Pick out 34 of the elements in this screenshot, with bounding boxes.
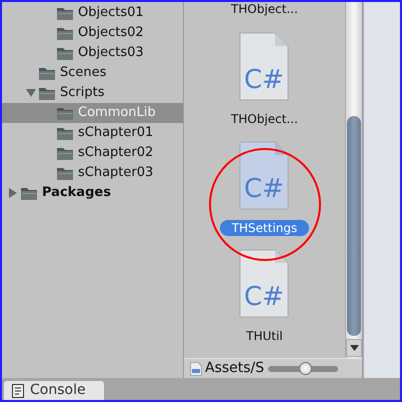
slider-thumb[interactable] — [298, 362, 312, 374]
folder-row[interactable]: sChapter02 — [2, 143, 183, 163]
file-name[interactable]: THSettings — [220, 220, 310, 236]
folder-icon — [56, 126, 74, 140]
folder-row[interactable]: sChapter01 — [2, 123, 183, 143]
down-arrow-icon — [350, 345, 358, 351]
scrollbar[interactable] — [345, 2, 362, 358]
collapsed-arrow-icon[interactable] — [9, 188, 17, 198]
file-name[interactable]: THUtil — [234, 328, 295, 344]
folder-row[interactable]: Scripts — [2, 83, 183, 103]
scrollbar-thumb[interactable] — [347, 116, 361, 336]
folder-icon — [56, 146, 74, 160]
folder-icon — [20, 186, 38, 200]
path-text: Assets/S — [205, 359, 264, 378]
folder-icon — [56, 6, 74, 20]
folder-row[interactable]: Objects03 — [2, 43, 183, 63]
scroll-down-button[interactable] — [346, 339, 362, 357]
script-file-icon — [190, 362, 202, 376]
folder-row[interactable]: Scenes — [2, 63, 183, 83]
expanded-arrow-icon[interactable] — [26, 89, 36, 97]
folder-icon — [38, 86, 56, 100]
folder-icon — [38, 66, 56, 80]
file-name[interactable]: THObject... — [219, 110, 310, 127]
folder-row[interactable]: Objects01 — [2, 3, 183, 23]
file-name[interactable]: THObject... — [219, 2, 310, 16]
folder-row[interactable]: Objects02 — [2, 23, 183, 43]
console-icon — [12, 384, 24, 398]
folder-row[interactable]: Packages — [2, 183, 183, 203]
folder-icon — [56, 26, 74, 40]
folder-icon — [56, 106, 74, 120]
folder-icon — [56, 166, 74, 180]
console-tab[interactable]: Console — [4, 381, 104, 400]
folder-icon — [56, 46, 74, 60]
folder-row[interactable]: sChapter03 — [2, 163, 183, 183]
